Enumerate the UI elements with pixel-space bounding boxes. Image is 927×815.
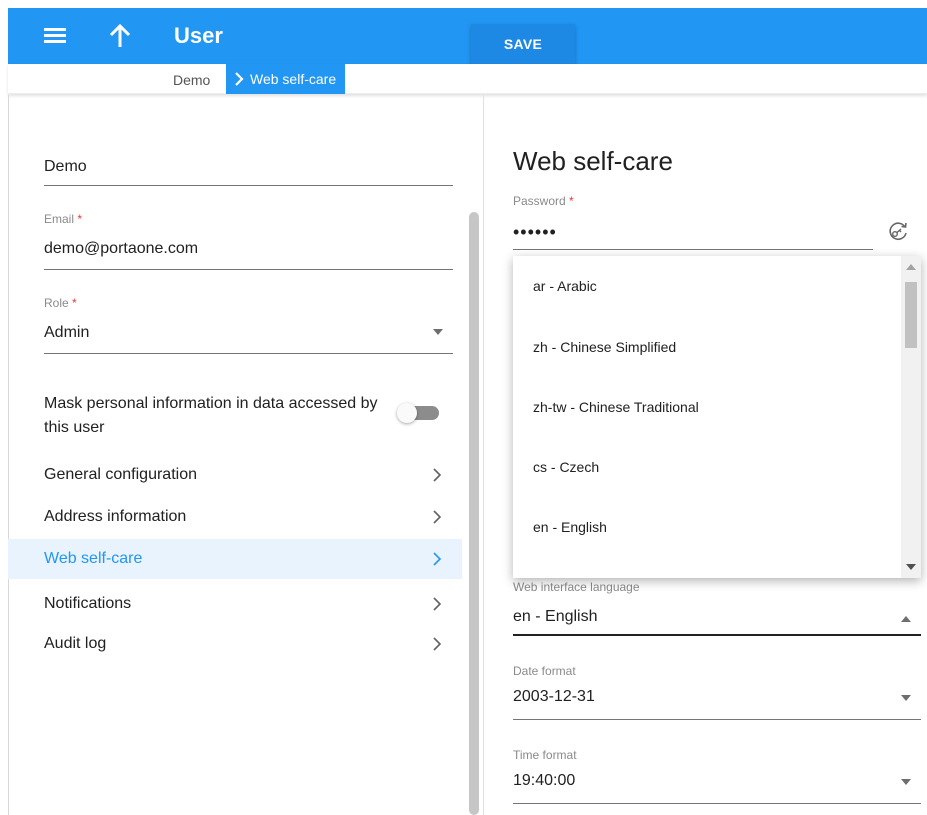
web-interface-language-label: Web interface language [513,580,640,594]
language-option[interactable]: zh - Chinese Simplified [513,317,901,377]
time-format-select[interactable]: Time format 19:40:00 [513,748,921,804]
web-interface-language-value: en - English [513,608,598,625]
chevron-right-icon [433,552,442,566]
chevron-right-icon [433,637,442,651]
nav-item-general-configuration[interactable]: General configuration [8,455,462,495]
caret-down-icon [901,695,911,701]
date-format-value: 2003-12-31 [513,688,595,705]
nav-item-label: Web self-care [44,550,143,567]
breadcrumb-item-demo[interactable]: Demo [173,72,210,88]
nav-item-label: Address information [44,508,187,525]
page-title: User [174,23,223,48]
password-field[interactable]: Password * •••••• [513,194,873,250]
nav-item-label: General configuration [44,466,197,483]
nav-item-label: Notifications [44,595,132,612]
chevron-right-icon [433,510,442,524]
regenerate-password-icon[interactable] [886,219,910,243]
mask-personal-info-toggle[interactable] [397,401,443,425]
nav-item-audit-log[interactable]: Audit log [8,624,462,664]
arrow-up-icon[interactable] [108,22,132,50]
menu-icon[interactable] [44,28,66,44]
name-value: Demo [44,158,87,175]
role-select[interactable]: Role * Admin [44,296,453,354]
caret-up-icon [901,616,911,622]
dropdown-scrollbar-thumb[interactable] [905,282,917,348]
chevron-right-icon [433,468,442,482]
nav-item-address-information[interactable]: Address information [8,497,462,537]
section-title: Web self-care [513,146,673,176]
chevron-right-icon [433,597,442,611]
nav-item-web-self-care[interactable]: Web self-care [8,539,462,579]
language-dropdown-list: ar - Arabic zh - Chinese Simplified zh-t… [513,256,921,578]
email-field[interactable]: Email * demo@portaone.com [44,212,453,270]
role-label: Role * [44,296,77,310]
top-app-bar: User SAVE [8,8,927,64]
save-button[interactable]: SAVE [471,24,575,64]
time-format-value: 19:40:00 [513,772,576,789]
password-label: Password * [513,194,574,208]
language-option[interactable]: en - English [513,497,901,557]
language-option[interactable]: ar - Arabic [513,256,901,316]
nav-item-notifications[interactable]: Notifications [8,584,462,624]
password-value: •••••• [513,222,557,242]
dropdown-scrollbar[interactable] [901,256,921,578]
role-value: Admin [44,324,90,341]
email-value: demo@portaone.com [44,240,199,257]
left-pane-scrollbar[interactable] [469,212,479,815]
date-format-select[interactable]: Date format 2003-12-31 [513,664,921,720]
breadcrumb-item-current: Web self-care [226,64,346,94]
time-format-label: Time format [513,748,577,762]
email-label: Email * [44,212,83,226]
scroll-up-icon[interactable] [906,264,916,270]
language-option[interactable]: cs - Czech [513,437,901,497]
breadcrumb: Demo Web self-care [8,64,927,94]
caret-down-icon [433,329,443,335]
chevron-right-icon [235,72,244,86]
web-interface-language-select[interactable]: Web interface language en - English [513,580,921,636]
scroll-down-icon[interactable] [906,564,916,570]
mask-personal-info-label: Mask personal information in data access… [44,395,378,436]
nav-item-label: Audit log [44,635,107,652]
breadcrumb-current-label: Web self-care [250,71,337,87]
date-format-label: Date format [513,664,576,678]
language-option[interactable]: zh-tw - Chinese Traditional [513,377,901,437]
name-field[interactable]: Demo [44,152,453,186]
caret-down-icon [901,779,911,785]
